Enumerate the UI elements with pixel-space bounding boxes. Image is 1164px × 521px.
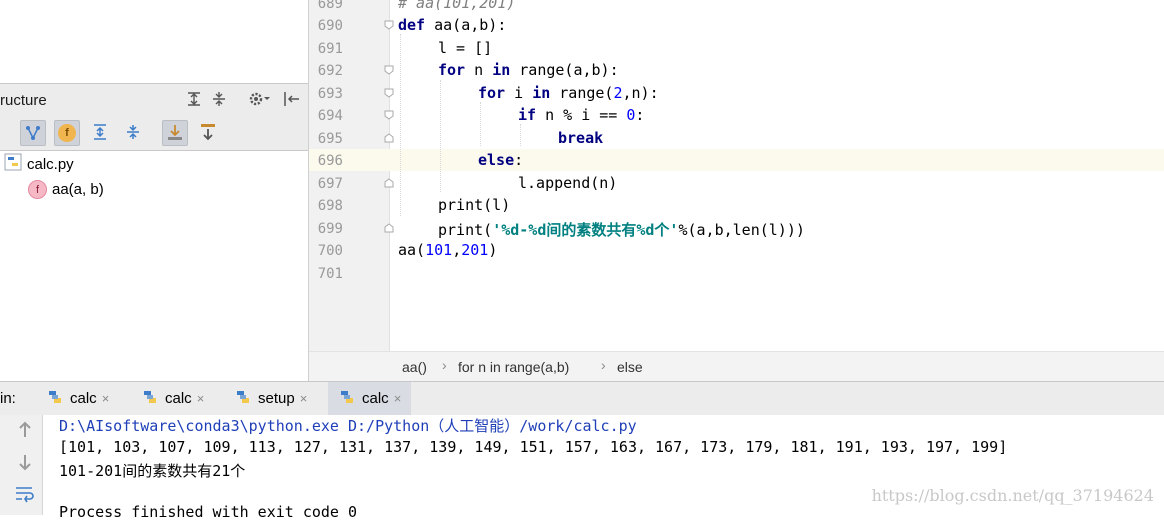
- tree-item-file[interactable]: calc.py: [4, 153, 74, 175]
- indent-guide: [520, 124, 521, 146]
- chevron-right-icon: ›: [601, 357, 606, 373]
- tree-item-function[interactable]: f aa(a, b): [28, 180, 104, 199]
- run-tab-calc[interactable]: calc ×: [135, 382, 210, 415]
- show-inherited-icon[interactable]: [20, 120, 46, 146]
- code-line-694: if n % i == 0:: [518, 106, 645, 124]
- fold-end-icon[interactable]: [384, 178, 394, 188]
- line-number: 696: [317, 153, 343, 169]
- run-tab-calc[interactable]: calc ×: [40, 382, 115, 415]
- tree-function-label: aa(a, b): [52, 181, 104, 198]
- run-tab-label: calc: [165, 390, 192, 407]
- structure-toolbar: f: [0, 116, 308, 151]
- autoscroll-from-source-icon[interactable]: [196, 120, 220, 144]
- code-line-692: for n in range(a,b):: [438, 61, 619, 79]
- line-number: 701: [317, 266, 343, 282]
- collapse-icon[interactable]: [121, 120, 145, 144]
- expand-all-icon[interactable]: [186, 91, 202, 112]
- fold-end-icon[interactable]: [384, 133, 394, 143]
- fold-marker-icon[interactable]: [384, 110, 394, 120]
- run-tabs-bar: in: calc × calc × setup × calc ×: [0, 381, 1164, 416]
- line-number: 700: [317, 243, 343, 259]
- line-number: 691: [317, 41, 343, 57]
- close-icon[interactable]: ×: [102, 391, 110, 406]
- breadcrumb: aa() › for n in range(a,b) › else: [309, 351, 1164, 382]
- breadcrumb-item[interactable]: for n in range(a,b): [458, 359, 569, 375]
- fold-marker-icon[interactable]: [384, 65, 394, 75]
- code-line-698: print(l): [438, 196, 511, 214]
- close-icon[interactable]: ×: [394, 391, 402, 406]
- line-number: 693: [317, 86, 343, 102]
- code-line-693: for i in range(2,n):: [478, 84, 659, 102]
- run-toolbar: [0, 415, 43, 515]
- soft-wrap-icon[interactable]: [14, 485, 36, 508]
- breadcrumb-item[interactable]: aa(): [402, 359, 427, 375]
- structure-header: ructure: [0, 83, 308, 116]
- code-editor[interactable]: [390, 0, 1164, 351]
- line-number: 690: [317, 18, 343, 34]
- line-number: 698: [317, 198, 343, 214]
- expand-icon[interactable]: [88, 120, 112, 144]
- run-label: in:: [0, 390, 16, 407]
- show-fields-button[interactable]: f: [54, 120, 80, 146]
- console-output-message: 101-201间的素数共有21个: [59, 462, 246, 480]
- line-number: 699: [317, 221, 343, 237]
- line-number: 689: [317, 0, 343, 12]
- line-number: 692: [317, 63, 343, 79]
- indent-guide: [440, 80, 441, 192]
- run-tab-label: setup: [258, 390, 295, 407]
- autoscroll-to-source-icon[interactable]: [162, 120, 188, 146]
- function-badge-icon: f: [28, 180, 47, 199]
- run-tab-label: calc: [70, 390, 97, 407]
- collapse-all-icon[interactable]: [211, 91, 227, 112]
- arrow-down-icon[interactable]: [16, 453, 34, 476]
- structure-title: ructure: [0, 92, 47, 109]
- line-number: 695: [317, 131, 343, 147]
- python-icon: [338, 388, 356, 410]
- console-exit-line: Process finished with exit code 0: [59, 503, 358, 521]
- fold-marker-icon[interactable]: [384, 20, 394, 30]
- line-number: 694: [317, 108, 343, 124]
- arrow-up-icon[interactable]: [16, 421, 34, 444]
- close-icon[interactable]: ×: [300, 391, 308, 406]
- code-line-695: break: [558, 129, 604, 147]
- current-line-highlight: [309, 149, 1164, 171]
- run-tab-calc-active[interactable]: calc ×: [328, 382, 412, 415]
- field-badge-icon: f: [58, 124, 76, 142]
- python-file-icon: [4, 153, 22, 175]
- code-line-689: # aa(101,201): [398, 0, 516, 12]
- python-icon: [141, 388, 159, 410]
- code-line-699: print('%d-%d间的素数共有%d个'%(a,b,len(l))): [438, 221, 805, 239]
- python-icon: [234, 388, 252, 410]
- fold-end-icon[interactable]: [384, 223, 394, 233]
- code-line-700: aa(101,201): [398, 241, 498, 259]
- console-output-list: [101, 103, 107, 109, 113, 127, 131, 137,…: [59, 438, 1008, 456]
- close-icon[interactable]: ×: [197, 391, 205, 406]
- code-line-697: l.append(n): [518, 174, 618, 192]
- run-tab-setup[interactable]: setup ×: [228, 382, 313, 415]
- indent-guide: [400, 34, 401, 216]
- line-number: 697: [317, 176, 343, 192]
- console-command-line: D:\AIsoftware\conda3\python.exe D:/Pytho…: [59, 417, 637, 435]
- chevron-right-icon: ›: [442, 357, 447, 373]
- fold-marker-icon[interactable]: [384, 88, 394, 98]
- indent-guide: [480, 102, 481, 146]
- code-line-690: def aa(a,b):: [398, 16, 507, 34]
- watermark: https://blog.csdn.net/qq_37194624: [871, 486, 1154, 505]
- python-icon: [46, 388, 64, 410]
- code-line-696: else:: [478, 151, 524, 169]
- run-tab-label: calc: [362, 390, 389, 407]
- tree-file-label: calc.py: [27, 155, 74, 173]
- breadcrumb-item[interactable]: else: [617, 359, 643, 375]
- code-line-691: l = []: [438, 39, 493, 57]
- gear-icon[interactable]: [248, 90, 270, 113]
- hide-panel-icon[interactable]: [283, 91, 301, 112]
